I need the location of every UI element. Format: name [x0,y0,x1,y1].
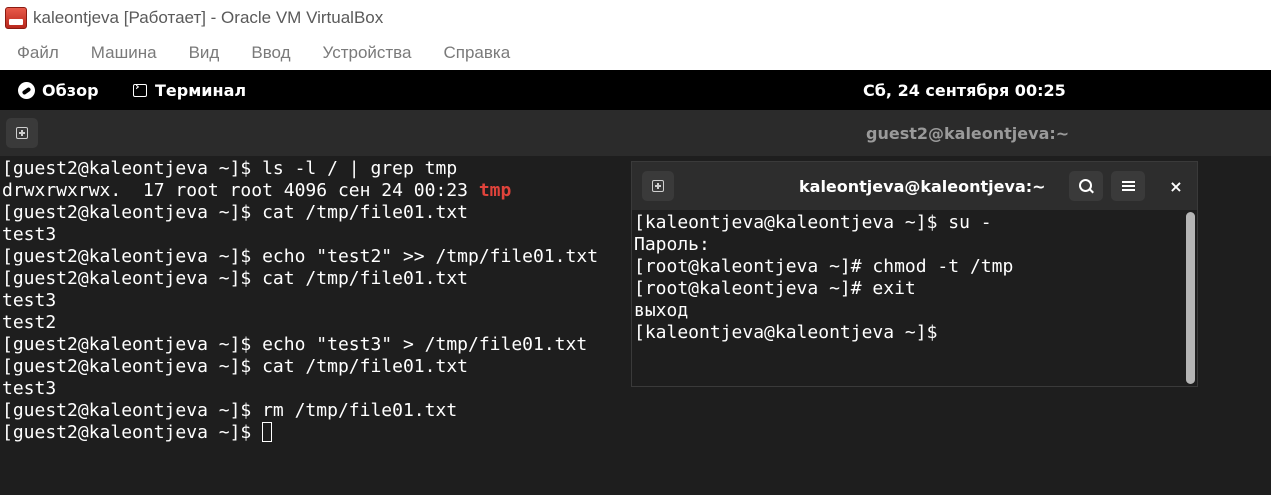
second-terminal-title: kaleontjeva@kaleontjeva:~ [799,176,1046,196]
menu-input[interactable]: Ввод [251,43,290,63]
menu-devices[interactable]: Устройства [323,43,412,63]
virtualbox-menubar: Файл Машина Вид Ввод Устройства Справка [0,36,1271,70]
app-menu-label: Терминал [155,80,247,100]
close-icon: × [1169,176,1183,196]
app-menu-button[interactable]: Терминал [133,70,246,110]
search-icon [1078,178,1092,192]
window-title: kaleontjeva [Работает] - Oracle VM Virtu… [33,8,384,27]
gnome-topbar: Обзор Терминал Сб, 24 сентября 00:25 [0,70,1271,110]
text-cursor [262,422,273,442]
menu-help[interactable]: Справка [443,43,510,63]
activities-label: Обзор [42,80,99,100]
new-tab-icon [16,127,28,139]
search-button[interactable] [1069,171,1103,201]
terminal-line: [root@kaleontjeva ~]# exit [634,278,916,299]
activities-icon [18,81,35,99]
second-terminal-header: kaleontjeva@kaleontjeva:~ × [632,162,1197,210]
menu-view[interactable]: Вид [189,43,220,63]
terminal-prompt: [guest2@kaleontjeva ~]$ [2,422,263,443]
menu-machine[interactable]: Машина [91,43,157,63]
terminal-line-text: drwxrwxrwx. 17 root root 4096 сен 24 00:… [2,180,479,201]
terminal-line: [kaleontjeva@kaleontjeva ~]$ su - [634,212,992,233]
terminal-line: Пароль: [634,234,710,255]
close-button[interactable]: × [1159,171,1193,201]
clock[interactable]: Сб, 24 сентября 00:25 [863,70,1066,110]
second-terminal-output[interactable]: [kaleontjeva@kaleontjeva ~]$ su - Пароль… [634,212,1174,344]
menu-file[interactable]: Файл [17,43,59,63]
main-terminal-title: guest2@kaleontjeva:~ [866,123,1070,143]
second-terminal-window: kaleontjeva@kaleontjeva:~ × [kaleontjeva… [631,161,1198,387]
terminal-prompt-line: [guest2@kaleontjeva ~]$ [2,422,1271,444]
terminal-icon [133,80,147,97]
new-tab-button[interactable] [642,171,674,201]
menu-button[interactable] [1111,171,1145,201]
virtualbox-icon [5,7,27,29]
virtualbox-titlebar: kaleontjeva [Работает] - Oracle VM Virtu… [0,0,1271,36]
scrollbar[interactable] [1186,212,1195,384]
tmp-highlight: tmp [478,180,512,201]
hamburger-menu-icon [1121,185,1135,187]
new-tab-button[interactable] [6,118,38,148]
terminal-line: [guest2@kaleontjeva ~]$ rm /tmp/file01.t… [2,400,458,421]
terminal-line: [root@kaleontjeva ~]# chmod -t /tmp [634,256,1014,277]
activities-button[interactable]: Обзор [18,70,99,110]
new-tab-icon [652,180,664,192]
terminal-line: [kaleontjeva@kaleontjeva ~]$ [634,322,938,343]
terminal-line: выход [634,300,689,321]
main-terminal-header: guest2@kaleontjeva:~ [0,110,1271,156]
